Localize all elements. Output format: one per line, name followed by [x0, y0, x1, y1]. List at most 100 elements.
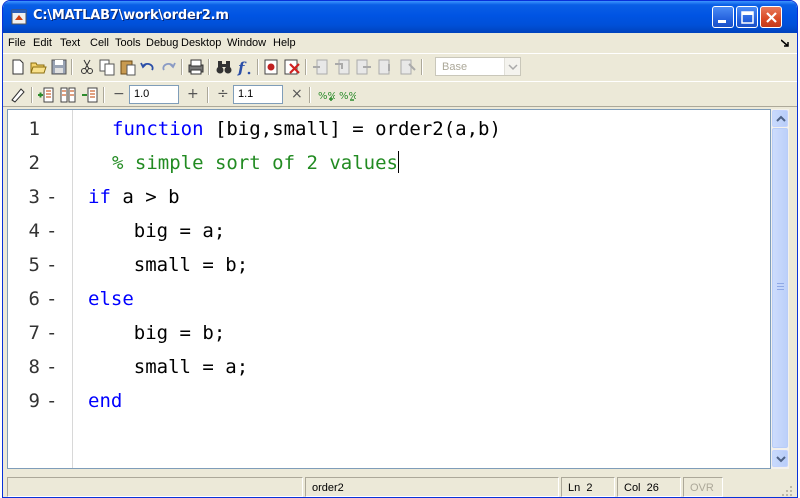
- code-line[interactable]: 1 function [big,small] = order2(a,b): [8, 112, 768, 146]
- code-line[interactable]: 4 - big = a;: [8, 214, 768, 248]
- function-browser-icon[interactable]: f: [235, 58, 253, 76]
- step-in-icon[interactable]: [333, 58, 351, 76]
- new-file-icon[interactable]: [9, 58, 27, 76]
- menu-edit[interactable]: Edit: [33, 37, 52, 49]
- svg-text:f: f: [237, 59, 247, 76]
- find-binoculars-icon[interactable]: [215, 58, 233, 76]
- cell-value-right-input[interactable]: 1.1: [233, 85, 283, 104]
- stack-select[interactable]: Base: [435, 57, 521, 76]
- undo-icon[interactable]: [139, 58, 157, 76]
- open-folder-icon[interactable]: [29, 58, 47, 76]
- breakpoint-marker[interactable]: -: [46, 350, 57, 384]
- breakpoint-marker[interactable]: -: [46, 282, 57, 316]
- eval-cell-advance-icon[interactable]: [37, 86, 55, 104]
- chevron-up-icon: [776, 115, 786, 122]
- status-message: [7, 477, 303, 497]
- decrement-icon[interactable]: −: [113, 86, 125, 102]
- minimize-button[interactable]: [712, 6, 734, 28]
- step-icon[interactable]: [311, 58, 329, 76]
- chevron-down-icon[interactable]: [504, 58, 520, 75]
- cut-icon[interactable]: [78, 58, 96, 76]
- window-title: C:\MATLAB7\work\order2.m: [33, 8, 229, 23]
- code-text: big = b;: [88, 322, 226, 344]
- menu-file[interactable]: File: [8, 37, 26, 49]
- chevron-down-icon: [776, 456, 786, 463]
- maximize-button[interactable]: [736, 6, 758, 28]
- eval-cell-icon[interactable]: [9, 86, 27, 104]
- status-function-name: order2: [305, 477, 559, 497]
- code-line[interactable]: 9 - end: [8, 384, 768, 418]
- scroll-up-button[interactable]: [772, 110, 788, 127]
- line-number: 2: [28, 152, 40, 174]
- text-caret: [397, 151, 399, 173]
- copy-icon[interactable]: [98, 58, 116, 76]
- code-text: % simple sort of 2 values: [112, 151, 399, 174]
- line-number: 6: [28, 288, 40, 310]
- breakpoint-marker[interactable]: -: [46, 180, 57, 214]
- increment-icon[interactable]: +: [187, 86, 199, 102]
- line-number: 9: [28, 390, 40, 412]
- main-toolbar: f Base: [3, 53, 797, 79]
- editor-window: C:\MATLAB7\work\order2.m File Edit Text …: [2, 0, 798, 498]
- code-editor[interactable]: 1 function [big,small] = order2(a,b) 2 %…: [7, 109, 771, 469]
- cell-toolbar: − 1.0 + ÷ 1.1 × %% %%: [3, 81, 797, 107]
- code-text: function [big,small] = order2(a,b): [112, 118, 501, 140]
- resize-grip-icon[interactable]: [781, 485, 793, 497]
- status-column: Col 26: [617, 477, 681, 497]
- next-cell-icon[interactable]: [81, 86, 99, 104]
- print-icon[interactable]: [187, 58, 205, 76]
- code-text: big = a;: [88, 220, 226, 242]
- menu-help[interactable]: Help: [273, 37, 296, 49]
- scroll-down-button[interactable]: [772, 450, 788, 467]
- code-text: small = b;: [88, 254, 249, 276]
- stack-select-value: Base: [442, 61, 468, 73]
- paste-icon[interactable]: [119, 58, 137, 76]
- maximize-icon: [741, 11, 754, 24]
- close-icon: [766, 12, 777, 23]
- line-number: 3: [28, 186, 40, 208]
- code-line[interactable]: 2 % simple sort of 2 values: [8, 146, 768, 180]
- matlab-editor-icon: [11, 9, 27, 25]
- cell-value-left-input[interactable]: 1.0: [129, 85, 179, 104]
- multiply-icon[interactable]: ×: [291, 86, 303, 102]
- menu-desktop[interactable]: Desktop: [181, 37, 221, 49]
- breakpoint-marker[interactable]: -: [46, 316, 57, 350]
- code-text: else: [88, 288, 134, 310]
- exit-debug-icon[interactable]: [399, 58, 417, 76]
- line-number: 5: [28, 254, 40, 276]
- menu-debug[interactable]: Debug: [146, 37, 178, 49]
- menu-text[interactable]: Text: [60, 37, 80, 49]
- breakpoint-marker[interactable]: -: [46, 384, 57, 418]
- code-text: if a > b: [88, 186, 180, 208]
- clear-breakpoints-icon[interactable]: [283, 58, 301, 76]
- scroll-thumb[interactable]: [772, 128, 788, 448]
- code-line[interactable]: 6 - else: [8, 282, 768, 316]
- menu-window[interactable]: Window: [227, 37, 266, 49]
- breakpoint-marker[interactable]: -: [46, 214, 57, 248]
- code-line[interactable]: 3 - if a > b: [8, 180, 768, 214]
- save-icon[interactable]: [50, 58, 68, 76]
- line-number: 8: [28, 356, 40, 378]
- menu-tools[interactable]: Tools: [115, 37, 141, 49]
- insert-cell-divider-icon[interactable]: %%: [317, 86, 335, 104]
- code-line[interactable]: 5 - small = b;: [8, 248, 768, 282]
- remove-cell-divider-icon[interactable]: %%: [338, 86, 356, 104]
- code-text: small = a;: [88, 356, 249, 378]
- eval-entire-file-icon[interactable]: [59, 86, 77, 104]
- vertical-scrollbar[interactable]: [771, 109, 789, 469]
- divide-icon[interactable]: ÷: [217, 86, 229, 102]
- code-line[interactable]: 8 - small = a;: [8, 350, 768, 384]
- line-number: 7: [28, 322, 40, 344]
- menu-dock-arrow-icon[interactable]: [781, 39, 789, 47]
- breakpoint-marker[interactable]: -: [46, 248, 57, 282]
- title-bar[interactable]: C:\MATLAB7\work\order2.m: [3, 1, 797, 33]
- continue-icon[interactable]: [377, 58, 395, 76]
- step-out-icon[interactable]: [355, 58, 373, 76]
- close-button[interactable]: [760, 6, 782, 28]
- redo-icon[interactable]: [159, 58, 177, 76]
- code-line[interactable]: 7 - big = b;: [8, 316, 768, 350]
- set-breakpoint-icon[interactable]: [263, 58, 281, 76]
- status-line: Ln 2: [561, 477, 615, 497]
- menu-cell[interactable]: Cell: [90, 37, 109, 49]
- code-text: end: [88, 390, 123, 412]
